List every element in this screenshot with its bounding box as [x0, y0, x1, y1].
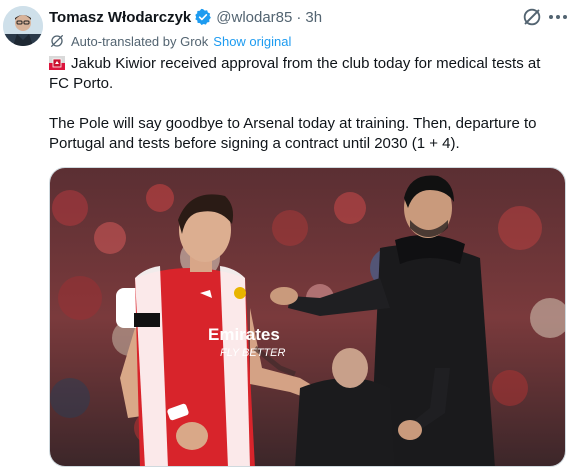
post-paragraph-1: Jakub Kiwior received approval from the … [49, 54, 564, 94]
translation-notice: Auto-translated by Grok Show original [49, 31, 291, 51]
shirt-sponsor-subtext: FLY BETTER [220, 347, 285, 359]
post-media[interactable]: Emirates FLY BETTER [49, 167, 566, 467]
post-timestamp[interactable]: 3h [305, 9, 322, 26]
flag-emblem [52, 58, 62, 68]
author-name[interactable]: Tomasz Włodarczyk [49, 9, 191, 26]
author-handle[interactable]: @wlodar85 [216, 9, 292, 26]
post-body: Jakub Kiwior received approval from the … [49, 54, 564, 154]
avatar-image [3, 6, 43, 46]
grok-translate-icon [51, 35, 63, 47]
poland-flag-icon [49, 56, 65, 70]
post-header: Tomasz Włodarczyk @wlodar85 · 3h [49, 6, 322, 28]
show-original-link[interactable]: Show original [213, 34, 291, 49]
separator-dot: · [296, 8, 302, 26]
verified-badge-icon [195, 8, 212, 25]
media-photo: Emirates FLY BETTER [50, 168, 565, 466]
grok-icon[interactable] [521, 6, 543, 28]
shirt-sponsor-text: Emirates [208, 325, 280, 344]
post-text-1: Jakub Kiwior received approval from the … [49, 55, 541, 92]
translation-label: Auto-translated by Grok [71, 33, 209, 49]
post-paragraph-2: The Pole will say goodbye to Arsenal tod… [49, 115, 537, 152]
author-avatar[interactable] [3, 6, 43, 46]
more-options-icon[interactable] [548, 14, 568, 20]
